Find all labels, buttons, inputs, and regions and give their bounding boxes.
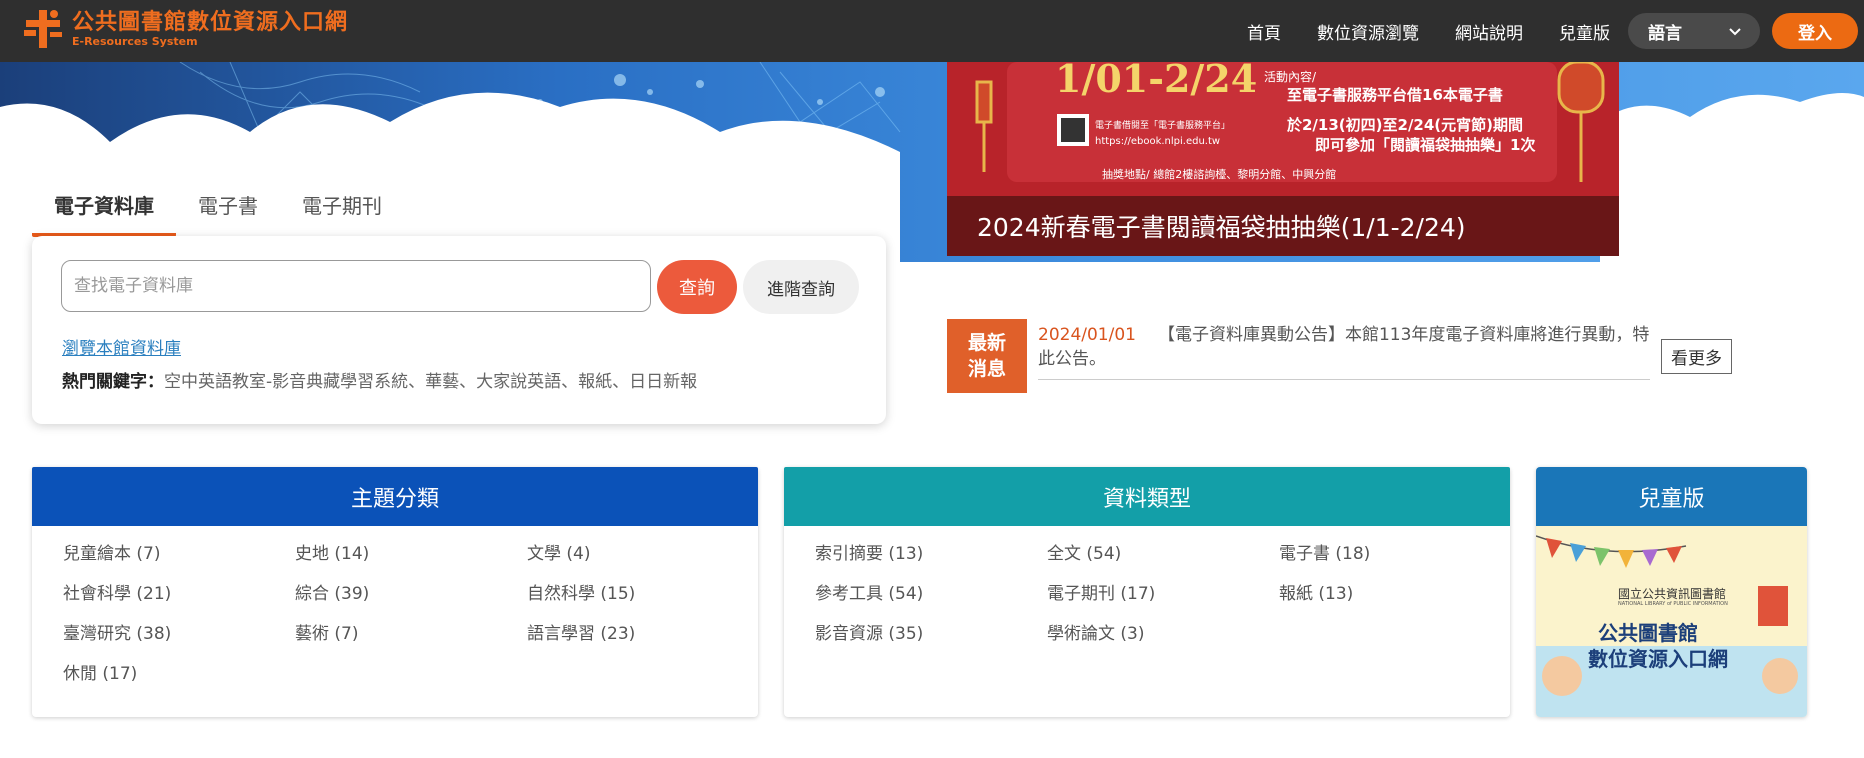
subject-item[interactable]: 綜合 (39) — [295, 582, 527, 607]
banner-activity-heading: 活動內容/ — [1264, 70, 1317, 84]
news-item[interactable]: 2024/01/01 【電子資料庫異動公告】本館113年度電子資料庫將進行異動，特… — [1038, 323, 1650, 380]
search-tabs: 電子資料庫 電子書 電子期刊 — [32, 180, 404, 237]
subject-item[interactable]: 休閒 (17) — [63, 662, 295, 687]
nav-browse-resources[interactable]: 數位資源瀏覽 — [1317, 19, 1419, 44]
logo-subtitle: E-Resources System — [72, 35, 198, 48]
news-date: 2024/01/01 — [1038, 325, 1136, 345]
chevron-down-icon — [1729, 28, 1741, 36]
type-item[interactable]: 參考工具 (54) — [815, 582, 1047, 607]
advanced-search-button[interactable]: 進階查詢 — [743, 260, 859, 314]
main-nav: 首頁 數位資源瀏覽 網站說明 兒童版 語言 登入 — [1247, 0, 1864, 62]
language-label: 語言 — [1648, 23, 1682, 44]
banner-line-1: 至電子書服務平台借16本電子書 — [1287, 86, 1503, 104]
language-select[interactable]: 語言 — [1628, 13, 1760, 49]
types-panel: 資料類型 索引摘要 (13) 全文 (54) 電子書 (18) 參考工具 (54… — [784, 467, 1510, 717]
login-button[interactable]: 登入 — [1772, 13, 1858, 49]
kids-library-name: 國立公共資訊圖書館 — [1618, 587, 1727, 601]
type-item[interactable]: 影音資源 (35) — [815, 622, 1047, 647]
news-badge-line-1: 最新 — [967, 332, 1006, 354]
subject-item[interactable]: 臺灣研究 (38) — [63, 622, 295, 647]
banner-caption[interactable]: 2024新春電子書閱讀福袋抽抽樂(1/1-2/24) — [947, 196, 1619, 256]
tab-ebooks[interactable]: 電子書 — [176, 180, 280, 237]
library-logo-icon — [24, 10, 62, 48]
child-figure-icon — [1762, 658, 1798, 694]
subject-item[interactable]: 史地 (14) — [295, 542, 527, 567]
type-item[interactable]: 全文 (54) — [1047, 542, 1279, 567]
banner-line-2: 於2/13(初四)至2/24(元宵節)期間 — [1287, 116, 1524, 134]
nav-home[interactable]: 首頁 — [1247, 19, 1281, 44]
type-item[interactable]: 索引摘要 (13) — [815, 542, 1047, 567]
subject-item[interactable]: 語言學習 (23) — [527, 622, 759, 647]
hot-keywords-list[interactable]: 空中英語教室-影音典藏學習系統、華藝、大家說英語、報紙、日日新報 — [164, 372, 697, 392]
banner-url: https://ebook.nlpi.edu.tw — [1095, 136, 1221, 147]
banner-date-range: 1/01-2/24 — [1055, 62, 1258, 101]
subject-item[interactable]: 文學 (4) — [527, 542, 759, 567]
type-item[interactable]: 報紙 (13) — [1279, 582, 1511, 607]
kids-title-line-2: 數位資源入口網 — [1588, 647, 1728, 671]
tab-databases[interactable]: 電子資料庫 — [32, 180, 176, 237]
search-card: 查詢 進階查詢 瀏覽本館資料庫 熱門關鍵字：空中英語教室-影音典藏學習系統、華藝… — [32, 236, 886, 424]
types-panel-title: 資料類型 — [784, 467, 1510, 526]
search-button[interactable]: 查詢 — [657, 260, 737, 314]
more-news-button[interactable]: 看更多 — [1661, 339, 1732, 374]
type-item[interactable]: 學術論文 (3) — [1047, 622, 1279, 647]
book-stack-icon — [1758, 586, 1788, 626]
tab-ejournals[interactable]: 電子期刊 — [280, 180, 404, 237]
child-figure-icon — [1542, 656, 1582, 696]
news-badge: 最新 消息 — [947, 319, 1027, 393]
hot-keywords: 熱門關鍵字：空中英語教室-影音典藏學習系統、華藝、大家說英語、報紙、日日新報 — [62, 367, 697, 392]
nav-kids-version[interactable]: 兒童版 — [1559, 19, 1610, 44]
browse-databases-link[interactable]: 瀏覽本館資料庫 — [62, 334, 181, 359]
kids-panel-title: 兒童版 — [1536, 467, 1807, 526]
site-logo[interactable]: 公共圖書館數位資源入口網 E-Resources System — [20, 6, 348, 52]
kids-library-en: NATIONAL LIBRARY of PUBLIC INFORMATION — [1618, 601, 1728, 607]
news-badge-line-2: 消息 — [967, 358, 1006, 380]
subject-item[interactable]: 兒童繪本 (7) — [63, 542, 295, 567]
hot-keywords-label: 熱門關鍵字： — [62, 372, 164, 392]
subject-item[interactable]: 社會科學 (21) — [63, 582, 295, 607]
type-item[interactable]: 電子期刊 (17) — [1047, 582, 1279, 607]
logo-title: 公共圖書館數位資源入口網 — [72, 10, 349, 35]
subjects-panel: 主題分類 兒童繪本 (7) 史地 (14) 文學 (4) 社會科學 (21) 綜… — [32, 467, 758, 717]
search-input[interactable] — [61, 260, 651, 312]
type-item[interactable]: 電子書 (18) — [1279, 542, 1511, 567]
subjects-panel-title: 主題分類 — [32, 467, 758, 526]
subject-item[interactable]: 自然科學 (15) — [527, 582, 759, 607]
promo-banner[interactable]: 1/01-2/24 活動內容/ 至電子書服務平台借16本電子書 於2/13(初四… — [947, 62, 1619, 256]
kids-title-line-1: 公共圖書館 — [1598, 621, 1698, 645]
nav-site-guide[interactable]: 網站說明 — [1455, 19, 1523, 44]
subject-item[interactable]: 藝術 (7) — [295, 622, 527, 647]
banner-qr-note: 電子書借閱至「電子書服務平台」 — [1095, 121, 1231, 131]
kids-panel[interactable]: 兒童版 國立公共資訊圖書館 NATIONAL LIBRARY of PUBLIC… — [1536, 467, 1807, 717]
banner-line-3: 即可參加「閱讀福袋抽抽樂」1次 — [1315, 136, 1536, 154]
top-bar: 公共圖書館數位資源入口網 E-Resources System 首頁 數位資源瀏… — [0, 0, 1864, 62]
banner-location: 抽獎地點/ 總館2樓諮詢檯、黎明分館、中興分館 — [1102, 168, 1337, 181]
